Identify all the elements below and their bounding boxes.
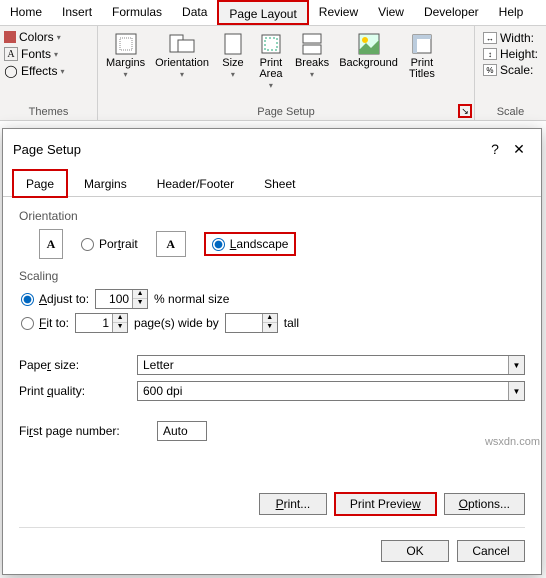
scale-width[interactable]: ↔Width: bbox=[483, 31, 538, 45]
print-button[interactable]: Print... bbox=[259, 493, 327, 515]
tab-formulas[interactable]: Formulas bbox=[102, 0, 172, 25]
tab-data[interactable]: Data bbox=[172, 0, 217, 25]
tab-review[interactable]: Review bbox=[309, 0, 368, 25]
tab-page-layout[interactable]: Page Layout bbox=[217, 0, 308, 25]
portrait-icon: A bbox=[39, 229, 63, 259]
tab-insert[interactable]: Insert bbox=[52, 0, 102, 25]
themes-group-label: Themes bbox=[0, 104, 97, 120]
dialog-tab-header-footer[interactable]: Header/Footer bbox=[144, 170, 247, 197]
paper-size-value: Letter bbox=[138, 358, 508, 372]
print-quality-combo[interactable]: 600 dpi ▼ bbox=[137, 381, 525, 401]
background-icon bbox=[355, 31, 383, 57]
scaling-label: Scaling bbox=[19, 269, 525, 283]
width-icon: ↔ bbox=[483, 32, 497, 44]
fonts-icon: A bbox=[4, 47, 18, 61]
paper-size-label: Paper size: bbox=[19, 358, 129, 372]
fit-wide-value[interactable] bbox=[76, 316, 112, 330]
landscape-icon: A bbox=[156, 231, 186, 257]
spin-down[interactable]: ▼ bbox=[113, 323, 127, 332]
spin-up[interactable]: ▲ bbox=[113, 314, 127, 323]
chevron-down-icon[interactable]: ▼ bbox=[508, 382, 524, 400]
effects-icon: ◯ bbox=[4, 64, 18, 78]
fonts-button[interactable]: AFonts▾ bbox=[4, 46, 64, 62]
scale-group-label: Scale bbox=[475, 104, 546, 120]
adjust-to-value[interactable] bbox=[96, 292, 132, 306]
effects-button[interactable]: ◯Effects▾ bbox=[4, 63, 64, 79]
orientation-label: Orientation bbox=[19, 209, 525, 223]
page-setup-launcher[interactable]: ↘ bbox=[458, 104, 472, 118]
chevron-down-icon: ▾ bbox=[60, 67, 64, 76]
fit-to-radio[interactable]: Fit to: bbox=[21, 316, 69, 330]
first-page-input[interactable] bbox=[157, 421, 207, 441]
spin-up[interactable]: ▲ bbox=[263, 314, 277, 323]
first-page-label: First page number: bbox=[19, 424, 149, 438]
orientation-button[interactable]: Orientation▾ bbox=[151, 29, 213, 81]
tab-help[interactable]: Help bbox=[489, 0, 534, 25]
help-button[interactable]: ? bbox=[483, 137, 507, 161]
ok-button[interactable]: OK bbox=[381, 540, 449, 562]
print-titles-icon bbox=[408, 31, 436, 57]
tab-home[interactable]: Home bbox=[0, 0, 52, 25]
tab-view[interactable]: View bbox=[368, 0, 414, 25]
margins-button[interactable]: Margins▾ bbox=[102, 29, 149, 81]
adjust-to-spinner[interactable]: ▲▼ bbox=[95, 289, 148, 309]
breaks-icon bbox=[298, 31, 326, 57]
adjust-to-radio[interactable]: Adjust to: bbox=[21, 292, 89, 306]
print-quality-label: Print quality: bbox=[19, 384, 129, 398]
page-setup-group-label: Page Setup bbox=[98, 104, 474, 120]
margins-icon bbox=[112, 31, 140, 57]
print-quality-value: 600 dpi bbox=[138, 384, 508, 398]
chevron-down-icon: ▾ bbox=[124, 70, 128, 79]
spin-up[interactable]: ▲ bbox=[133, 290, 147, 299]
scale-scale[interactable]: %Scale: bbox=[483, 63, 538, 77]
portrait-radio[interactable]: Portrait bbox=[81, 237, 138, 251]
print-titles-button[interactable]: Print Titles bbox=[404, 29, 440, 82]
dialog-tab-margins[interactable]: Margins bbox=[71, 170, 140, 197]
orientation-icon bbox=[168, 31, 196, 57]
close-button[interactable]: ✕ bbox=[507, 137, 531, 161]
fit-wide-spinner[interactable]: ▲▼ bbox=[75, 313, 128, 333]
print-area-icon bbox=[257, 31, 285, 57]
adjust-suffix: % normal size bbox=[154, 292, 229, 306]
size-button[interactable]: Size▾ bbox=[215, 29, 251, 81]
scale-icon: % bbox=[483, 64, 497, 76]
dialog-title: Page Setup bbox=[13, 142, 483, 157]
chevron-down-icon: ▾ bbox=[180, 70, 184, 79]
landscape-radio[interactable]: Landscape bbox=[204, 232, 297, 256]
dialog-tab-page[interactable]: Page bbox=[13, 170, 67, 197]
breaks-button[interactable]: Breaks▾ bbox=[291, 29, 333, 81]
background-button[interactable]: Background bbox=[335, 29, 402, 71]
chevron-down-icon[interactable]: ▼ bbox=[508, 356, 524, 374]
fit-tall-value[interactable] bbox=[226, 316, 262, 330]
chevron-down-icon: ▾ bbox=[231, 70, 235, 79]
page-setup-dialog: Page Setup ? ✕ Page Margins Header/Foote… bbox=[2, 128, 542, 575]
colors-button[interactable]: Colors▾ bbox=[4, 29, 64, 45]
chevron-down-icon: ▾ bbox=[54, 50, 58, 59]
ribbon: Colors▾ AFonts▾ ◯Effects▾ Themes Margins… bbox=[0, 26, 546, 121]
ribbon-tabs: Home Insert Formulas Data Page Layout Re… bbox=[0, 0, 546, 26]
size-icon bbox=[219, 31, 247, 57]
print-preview-button[interactable]: Print Preview bbox=[335, 493, 436, 515]
tab-developer[interactable]: Developer bbox=[414, 0, 489, 25]
options-button[interactable]: Options... bbox=[444, 493, 525, 515]
chevron-down-icon: ▾ bbox=[310, 70, 314, 79]
chevron-down-icon: ▾ bbox=[57, 33, 61, 42]
cancel-button[interactable]: Cancel bbox=[457, 540, 525, 562]
print-area-button[interactable]: Print Area▾ bbox=[253, 29, 289, 92]
fit-tail-label: tall bbox=[284, 316, 299, 330]
fit-tall-spinner[interactable]: ▲▼ bbox=[225, 313, 278, 333]
spin-down[interactable]: ▼ bbox=[133, 299, 147, 308]
dialog-tab-sheet[interactable]: Sheet bbox=[251, 170, 308, 197]
spin-down[interactable]: ▼ bbox=[263, 323, 277, 332]
paper-size-combo[interactable]: Letter ▼ bbox=[137, 355, 525, 375]
chevron-down-icon: ▾ bbox=[269, 81, 273, 90]
height-icon: ↕ bbox=[483, 48, 497, 60]
colors-icon bbox=[4, 31, 16, 43]
fit-mid-label: page(s) wide by bbox=[134, 316, 219, 330]
scale-height[interactable]: ↕Height: bbox=[483, 47, 538, 61]
watermark: wsxdn.com bbox=[485, 436, 540, 448]
